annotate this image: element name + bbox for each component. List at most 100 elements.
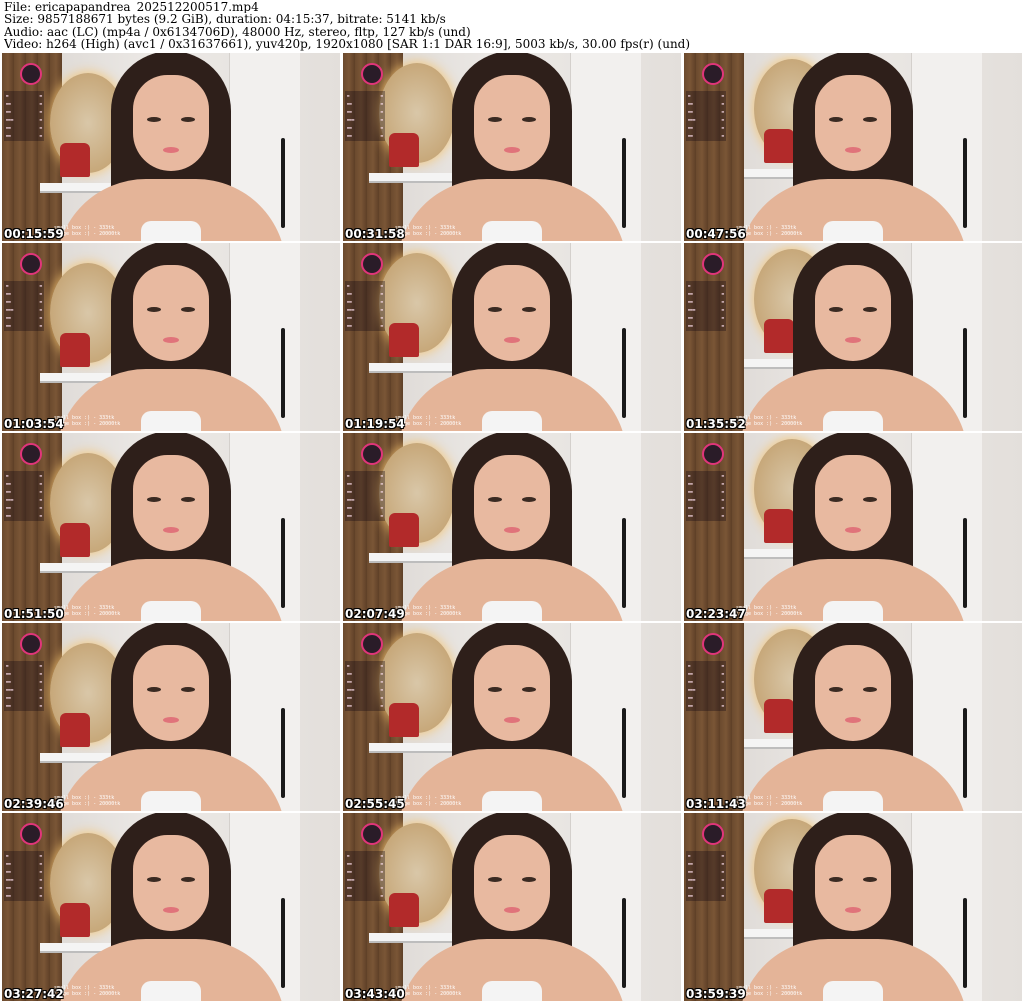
tip-menu-row: ▬▬ ▬ <box>6 861 42 866</box>
christmas-decor <box>764 509 794 543</box>
left-eye <box>147 307 161 312</box>
right-eye <box>522 877 536 882</box>
tip-menu-row: ▬▬ ▬ <box>688 869 724 874</box>
tip-menu-row: ▬▬▬ ▬ <box>347 497 383 502</box>
mouth <box>163 147 179 153</box>
tip-menu-overlay: ▬ ▬ ▬▬ ▬ ▬▬ ▬ ▬▬▬ ▬ ▬▬ ▬ ▬▬ ▬ <box>686 819 726 989</box>
tip-menu-row: ▬▬ ▬ <box>688 695 724 700</box>
right-eye <box>863 497 877 502</box>
tip-menu-row: ▬▬▬ ▬ <box>6 877 42 882</box>
thumbnail-timestamp: 01:19:54 <box>345 417 405 431</box>
tip-menu-row: ▬▬ ▬ <box>347 125 383 130</box>
tip-menu-list: ▬ ▬ ▬▬ ▬ ▬▬ ▬ ▬▬▬ ▬ ▬▬ ▬ ▬▬ ▬ <box>686 91 726 141</box>
face <box>815 835 891 931</box>
mouth <box>163 337 179 343</box>
tip-menu-row: ▬▬ ▬ <box>6 133 42 138</box>
avatar-badge-icon <box>702 823 724 845</box>
left-eye <box>829 117 843 122</box>
left-eye <box>829 307 843 312</box>
tip-menu-row: ▬▬ ▬ <box>347 299 383 304</box>
tip-menu-overlay: ▬ ▬ ▬▬ ▬ ▬▬ ▬ ▬▬▬ ▬ ▬▬ ▬ ▬▬ ▬ <box>686 439 726 609</box>
christmas-decor <box>60 523 90 557</box>
tip-menu-row: ▬▬ ▬ <box>688 679 724 684</box>
tip-menu-row: ▬ ▬ <box>347 283 383 288</box>
mouth <box>163 527 179 533</box>
face <box>133 455 209 551</box>
tip-menu-list: ▬ ▬ ▬▬ ▬ ▬▬ ▬ ▬▬▬ ▬ ▬▬ ▬ ▬▬ ▬ <box>686 281 726 331</box>
top-clothing <box>482 411 542 431</box>
top-clothing <box>823 411 883 431</box>
wardrobe-handle <box>281 138 285 228</box>
thumbnail-timestamp: 01:35:52 <box>686 417 746 431</box>
thumbnail-timestamp: 03:59:39 <box>686 987 746 1001</box>
wardrobe-handle <box>281 898 285 988</box>
face <box>815 645 891 741</box>
tip-menu-row: ▬▬ ▬ <box>347 101 383 106</box>
tip-menu-list: ▬ ▬ ▬▬ ▬ ▬▬ ▬ ▬▬▬ ▬ ▬▬ ▬ ▬▬ ▬ <box>345 851 385 901</box>
wardrobe-handle <box>963 708 967 798</box>
tip-menu-overlay: ▬ ▬ ▬▬ ▬ ▬▬ ▬ ▬▬▬ ▬ ▬▬ ▬ ▬▬ ▬ <box>4 59 44 229</box>
tip-menu-row: ▬ ▬ <box>688 853 724 858</box>
tip-menu-row: ▬▬ ▬ <box>688 315 724 320</box>
tip-menu-row: ▬▬▬ ▬ <box>6 687 42 692</box>
right-eye <box>181 687 195 692</box>
video-thumbnail: ▬ ▬ ▬▬ ▬ ▬▬ ▬ ▬▬▬ ▬ ▬▬ ▬ ▬▬ ▬ small box :) - 333tk la… <box>684 243 1022 431</box>
tip-menu-row: ▬▬ ▬ <box>347 861 383 866</box>
left-eye <box>829 497 843 502</box>
christmas-decor <box>764 129 794 163</box>
tip-menu-row: ▬ ▬ <box>6 283 42 288</box>
left-eye <box>829 687 843 692</box>
face <box>474 75 550 171</box>
tip-menu-list: ▬ ▬ ▬▬ ▬ ▬▬ ▬ ▬▬▬ ▬ ▬▬ ▬ ▬▬ ▬ <box>4 661 44 711</box>
right-eye <box>181 497 195 502</box>
tip-menu-row: ▬▬ ▬ <box>6 695 42 700</box>
tip-menu-row: ▬▬ ▬ <box>688 299 724 304</box>
tip-menu-overlay: ▬ ▬ ▬▬ ▬ ▬▬ ▬ ▬▬▬ ▬ ▬▬ ▬ ▬▬ ▬ <box>686 59 726 229</box>
avatar-badge-icon <box>20 63 42 85</box>
thumbnail-timestamp: 03:43:40 <box>345 987 405 1001</box>
thumbnail-timestamp: 00:47:56 <box>686 227 746 241</box>
avatar-badge-icon <box>361 63 383 85</box>
tip-menu-row: ▬ ▬ <box>347 473 383 478</box>
tip-menu-list: ▬ ▬ ▬▬ ▬ ▬▬ ▬ ▬▬▬ ▬ ▬▬ ▬ ▬▬ ▬ <box>4 851 44 901</box>
avatar-badge-icon <box>702 443 724 465</box>
tip-menu-list: ▬ ▬ ▬▬ ▬ ▬▬ ▬ ▬▬▬ ▬ ▬▬ ▬ ▬▬ ▬ <box>686 661 726 711</box>
tip-menu-row: ▬▬ ▬ <box>347 489 383 494</box>
tip-menu-row: ▬▬ ▬ <box>6 101 42 106</box>
tip-menu-list: ▬ ▬ ▬▬ ▬ ▬▬ ▬ ▬▬▬ ▬ ▬▬ ▬ ▬▬ ▬ <box>686 471 726 521</box>
tip-menu-row: ▬▬ ▬ <box>347 679 383 684</box>
video-thumbnail: ▬ ▬ ▬▬ ▬ ▬▬ ▬ ▬▬▬ ▬ ▬▬ ▬ ▬▬ ▬ small box :) - 333tk la… <box>343 53 681 241</box>
face <box>815 75 891 171</box>
tip-menu-row: ▬▬ ▬ <box>6 299 42 304</box>
tip-menu-row: ▬▬ ▬ <box>6 671 42 676</box>
face <box>474 265 550 361</box>
video-thumbnail: ▬ ▬ ▬▬ ▬ ▬▬ ▬ ▬▬▬ ▬ ▬▬ ▬ ▬▬ ▬ small box :) - 333tk la… <box>684 53 1022 241</box>
tip-menu-row: ▬▬▬ ▬ <box>6 497 42 502</box>
thumbnail-timestamp: 02:39:46 <box>4 797 64 811</box>
tip-menu-overlay: ▬ ▬ ▬▬ ▬ ▬▬ ▬ ▬▬▬ ▬ ▬▬ ▬ ▬▬ ▬ <box>345 439 385 609</box>
avatar-badge-icon <box>702 253 724 275</box>
tip-menu-row: ▬▬ ▬ <box>347 505 383 510</box>
video-thumbnail: ▬ ▬ ▬▬ ▬ ▬▬ ▬ ▬▬▬ ▬ ▬▬ ▬ ▬▬ ▬ small box :) - 333tk la… <box>343 433 681 621</box>
tip-menu-row: ▬▬ ▬ <box>6 513 42 518</box>
tip-menu-row: ▬ ▬ <box>6 473 42 478</box>
right-eye <box>522 687 536 692</box>
tip-menu-row: ▬ ▬ <box>347 93 383 98</box>
face <box>815 265 891 361</box>
wardrobe-handle <box>963 328 967 418</box>
left-eye <box>488 877 502 882</box>
tip-menu-row: ▬▬ ▬ <box>688 481 724 486</box>
tip-menu-row: ▬▬ ▬ <box>688 323 724 328</box>
file-name-line: File: ericapapandrea_202512200517.mp4 <box>4 1 259 14</box>
tip-menu-list: ▬ ▬ ▬▬ ▬ ▬▬ ▬ ▬▬▬ ▬ ▬▬ ▬ ▬▬ ▬ <box>4 281 44 331</box>
tip-menu-row: ▬▬ ▬ <box>688 125 724 130</box>
thumbnail-timestamp: 03:27:42 <box>4 987 64 1001</box>
tip-menu-row: ▬▬ ▬ <box>688 489 724 494</box>
right-eye <box>863 877 877 882</box>
tip-menu-overlay: ▬ ▬ ▬▬ ▬ ▬▬ ▬ ▬▬▬ ▬ ▬▬ ▬ ▬▬ ▬ <box>345 59 385 229</box>
tip-menu-row: ▬▬ ▬ <box>347 133 383 138</box>
face <box>474 455 550 551</box>
tip-menu-row: ▬▬ ▬ <box>688 101 724 106</box>
tip-menu-row: ▬▬ ▬ <box>688 893 724 898</box>
tip-menu-overlay: ▬ ▬ ▬▬ ▬ ▬▬ ▬ ▬▬▬ ▬ ▬▬ ▬ ▬▬ ▬ <box>4 629 44 799</box>
